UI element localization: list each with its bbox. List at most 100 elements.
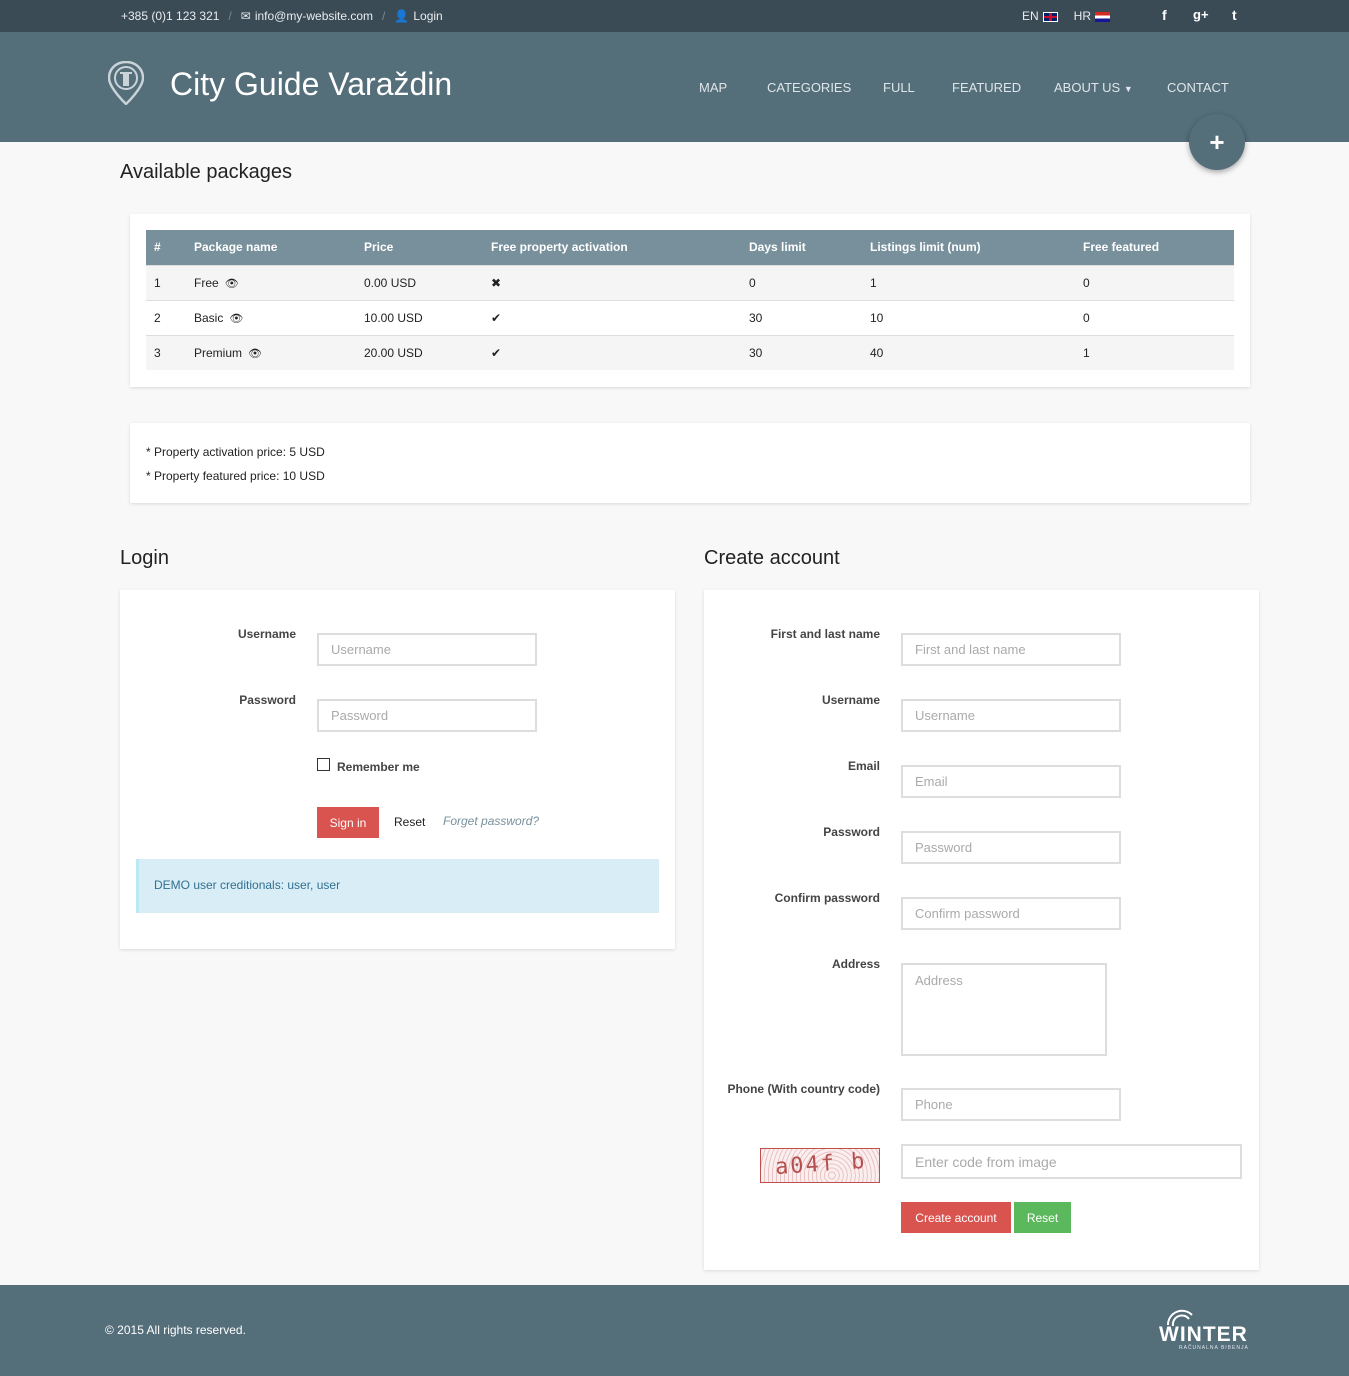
cell-num: 1 — [146, 264, 186, 300]
cell-listings: 10 — [862, 299, 1075, 335]
create-account-card: First and last name Username Email Passw… — [704, 590, 1259, 1270]
packages-heading: Available packages — [120, 161, 292, 183]
col-header-days: Days limit — [741, 230, 862, 265]
package-name: Free — [194, 275, 219, 290]
cell-name: Premium 👁 — [186, 334, 356, 370]
register-reset-button[interactable]: Reset — [1014, 1202, 1071, 1233]
phone-number: +385 (0)1 123 321 — [121, 9, 220, 23]
site-title[interactable]: City Guide Varaždin — [170, 66, 452, 103]
login-link[interactable]: Login — [413, 9, 442, 23]
forget-password-link[interactable]: Forget password? — [443, 814, 539, 828]
cell-featured: 0 — [1075, 299, 1234, 335]
winter-logo[interactable]: WINTER RAČUNALNA BIBENJA — [1159, 1309, 1249, 1355]
table-header-row: # Package name Price Free property activ… — [146, 230, 1234, 265]
address-textarea[interactable] — [901, 963, 1107, 1056]
nav-map[interactable]: MAP — [699, 80, 727, 95]
captcha-image: a04f b — [760, 1148, 880, 1183]
package-name: Premium — [194, 345, 243, 360]
create-account-heading: Create account — [704, 547, 840, 569]
site-header: City Guide Varaždin MAP CATEGORIES FULL … — [0, 32, 1349, 142]
remember-me-checkbox[interactable] — [317, 758, 330, 771]
register-username-input[interactable] — [901, 699, 1121, 732]
col-header-price: Price — [356, 230, 483, 265]
winter-brand-sub: RAČUNALNA BIBENJA — [1179, 1345, 1249, 1351]
nav-contact[interactable]: CONTACT — [1167, 80, 1229, 95]
eye-icon[interactable]: 👁 — [248, 347, 262, 360]
captcha-text: a04f b — [774, 1148, 868, 1181]
cell-num: 3 — [146, 334, 186, 370]
email-label: Email — [847, 759, 880, 773]
eye-icon[interactable]: 👁 — [229, 312, 243, 325]
cell-days: 30 — [741, 334, 862, 370]
cell-days: 0 — [741, 264, 862, 300]
table-row: 3 Premium 👁 20.00 USD ✔ 30 40 1 — [146, 334, 1234, 370]
nav-about-us-label: ABOUT US — [1054, 80, 1121, 95]
lang-hr[interactable]: HR — [1074, 9, 1111, 23]
site-footer: © 2015 All rights reserved. WINTER RAČUN… — [0, 1285, 1349, 1376]
username-label: Username — [237, 627, 296, 641]
demo-credentials-alert: DEMO user creditionals: user, user — [136, 859, 659, 913]
cell-days: 30 — [741, 299, 862, 335]
sign-in-button[interactable]: Sign in — [317, 807, 379, 838]
packages-table: # Package name Price Free property activ… — [146, 230, 1234, 370]
separator: / — [228, 9, 232, 23]
eye-icon[interactable]: 👁 — [225, 277, 239, 290]
login-username-input[interactable] — [317, 633, 537, 666]
col-header-listings: Listings limit (num) — [862, 230, 1075, 265]
cell-listings: 1 — [862, 264, 1075, 300]
captcha-input[interactable] — [901, 1144, 1242, 1179]
twitter-icon[interactable]: t — [1232, 7, 1237, 23]
cell-price: 20.00 USD — [356, 334, 483, 370]
pricing-notes-card: * Property activation price: 5 USD * Pro… — [130, 423, 1250, 503]
nav-full[interactable]: FULL — [883, 80, 915, 95]
email-input[interactable] — [901, 765, 1121, 798]
lang-en[interactable]: EN — [1022, 9, 1058, 23]
fullname-input[interactable] — [901, 633, 1121, 666]
separator: / — [382, 9, 386, 23]
cell-featured: 0 — [1075, 264, 1234, 300]
col-header-featured: Free featured — [1075, 230, 1234, 265]
add-listing-button[interactable]: + — [1189, 114, 1245, 170]
create-account-button[interactable]: Create account — [901, 1202, 1011, 1233]
register-password-input[interactable] — [901, 831, 1121, 864]
nav-featured[interactable]: FEATURED — [952, 80, 1021, 95]
register-username-label: Username — [821, 693, 880, 707]
register-password-label: Password — [823, 825, 880, 839]
cell-price: 10.00 USD — [356, 299, 483, 335]
packages-card: # Package name Price Free property activ… — [130, 214, 1250, 387]
col-header-name: Package name — [186, 230, 356, 265]
col-header-activation: Free property activation — [483, 230, 741, 265]
lang-en-label: EN — [1022, 9, 1039, 23]
copyright-text: © 2015 All rights reserved. — [105, 1323, 246, 1337]
facebook-icon[interactable]: f — [1162, 7, 1167, 23]
cell-num: 2 — [146, 299, 186, 335]
confirm-password-input[interactable] — [901, 897, 1121, 930]
nav-about-us[interactable]: ABOUT US ▼ — [1054, 80, 1133, 95]
google-plus-icon[interactable]: g+ — [1193, 7, 1209, 22]
package-name: Basic — [194, 310, 224, 325]
phone-input[interactable] — [901, 1088, 1121, 1121]
featured-price-note: * Property featured price: 10 USD — [146, 469, 325, 483]
map-pin-logo-icon[interactable] — [108, 61, 144, 105]
table-row: 2 Basic 👁 10.00 USD ✔ 30 10 0 — [146, 299, 1234, 335]
col-header-num: # — [146, 230, 186, 265]
croatia-flag-icon — [1095, 11, 1111, 22]
contact-info: +385 (0)1 123 321 / ✉ info@my-website.co… — [121, 9, 443, 23]
remember-me-label[interactable]: Remember me — [337, 760, 420, 774]
cell-activation: ✔ — [483, 299, 741, 335]
login-password-input[interactable] — [317, 699, 537, 732]
language-switcher: EN HR — [1022, 9, 1111, 23]
login-card: Username Password Remember me Sign in Re… — [120, 590, 675, 949]
phone-label: Phone (With country code) — [727, 1082, 880, 1096]
caret-down-icon: ▼ — [1123, 84, 1133, 94]
activation-price-note: * Property activation price: 5 USD — [146, 445, 325, 459]
cell-featured: 1 — [1075, 334, 1234, 370]
user-icon: 👤 — [394, 9, 410, 23]
address-label: Address — [831, 957, 880, 971]
email-link[interactable]: info@my-website.com — [255, 9, 373, 23]
cell-activation: ✖ — [483, 264, 741, 300]
login-reset-button[interactable]: Reset — [394, 815, 425, 829]
nav-categories[interactable]: CATEGORIES — [767, 80, 851, 95]
confirm-password-label: Confirm password — [774, 891, 880, 905]
cell-name: Basic 👁 — [186, 299, 356, 335]
